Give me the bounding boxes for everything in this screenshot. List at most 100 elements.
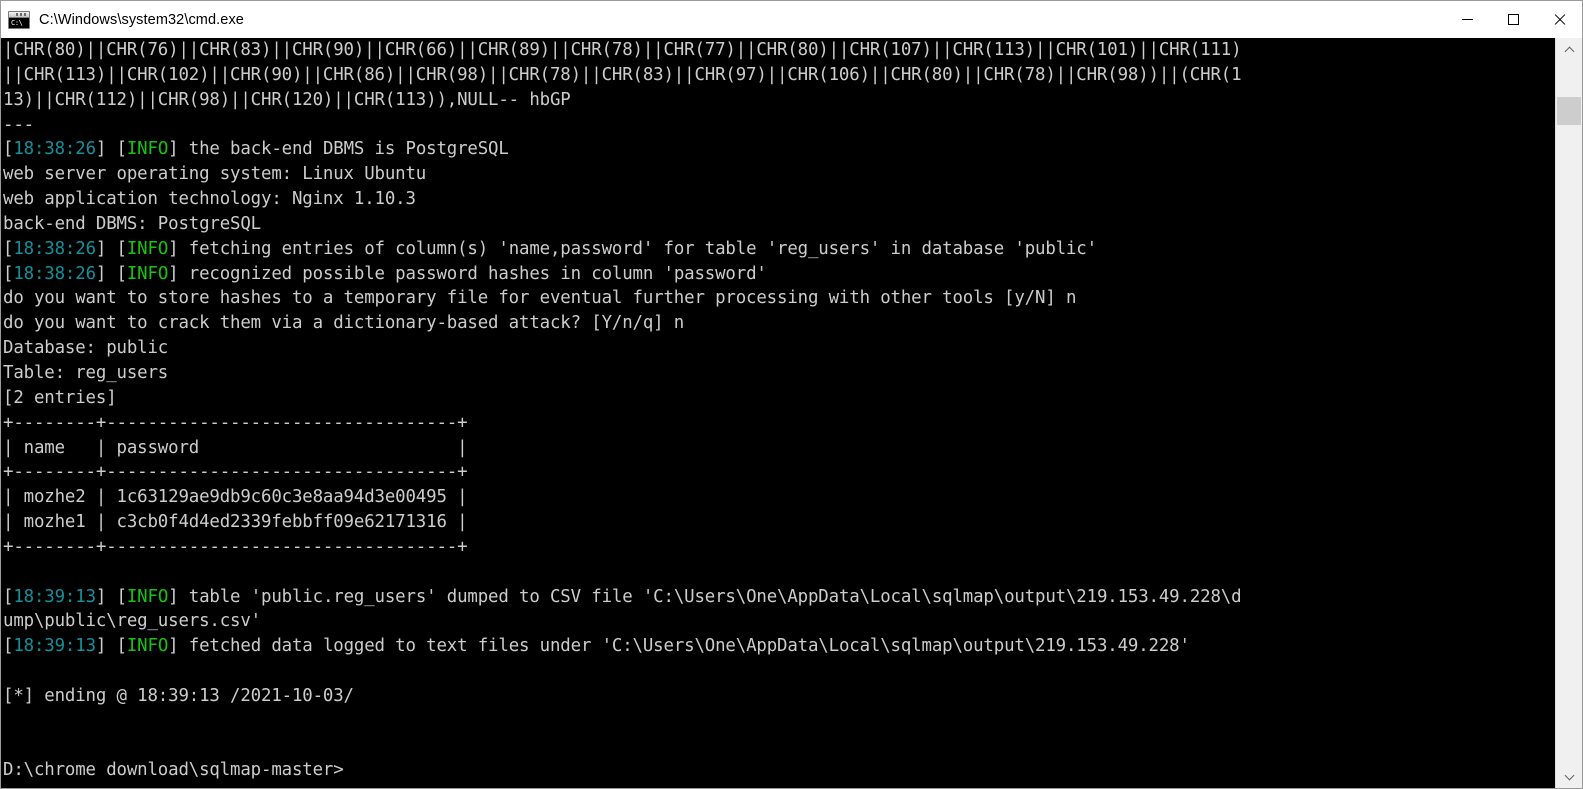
console-line: [*] ending @ 18:39:13 /2021-10-03/	[3, 684, 1555, 709]
console-text: | mozhe2 | 1c63129ae9db9c60c3e8aa94d3e00…	[3, 487, 468, 508]
console-text: [	[3, 263, 14, 284]
console-text: INFO	[126, 586, 169, 607]
cmd-window: C:\ C:\Windows\system32\cmd.exe |CHR(80)…	[0, 0, 1583, 789]
console-text: +--------+------------------------------…	[3, 412, 468, 433]
console-line: +--------+------------------------------…	[3, 411, 1555, 436]
cmd-icon-titlebar	[9, 11, 29, 18]
console-line: | mozhe2 | 1c63129ae9db9c60c3e8aa94d3e00…	[3, 485, 1555, 510]
scrollbar-track[interactable]	[1556, 62, 1582, 764]
console-text: [	[3, 139, 14, 160]
console-text: ||CHR(113)||CHR(102)||CHR(90)||CHR(86)||…	[3, 64, 1242, 85]
console-text: ] fetching entries of column(s) 'name,pa…	[168, 238, 1097, 259]
console-text: ] [	[95, 139, 127, 160]
console-line: web application technology: Nginx 1.10.3	[3, 187, 1555, 212]
console-line: [18:38:26] [INFO] recognized possible pa…	[3, 262, 1555, 287]
console-text: 13)||CHR(112)||CHR(98)||CHR(120)||CHR(11…	[3, 89, 571, 110]
console-text: ---	[3, 114, 34, 135]
console-text: [	[3, 586, 14, 607]
console-text: | mozhe1 | c3cb0f4d4ed2339febbff09e62171…	[3, 512, 468, 533]
console-text: ump\public\reg_users.csv'	[3, 611, 262, 632]
window-controls	[1444, 1, 1582, 38]
cmd-icon-dot	[24, 12, 26, 16]
close-icon	[1553, 13, 1566, 26]
console-text: INFO	[126, 139, 169, 160]
console-line: Database: public	[3, 336, 1555, 361]
console-text: INFO	[126, 238, 169, 259]
console-text: INFO	[126, 636, 169, 657]
console-line: ||CHR(113)||CHR(102)||CHR(90)||CHR(86)||…	[3, 63, 1555, 88]
maximize-button[interactable]	[1490, 1, 1536, 38]
chevron-up-icon	[1565, 46, 1574, 55]
close-button[interactable]	[1536, 1, 1582, 38]
cmd-icon-prompt-text: C:\	[11, 18, 23, 27]
console-text: back-end DBMS: PostgreSQL	[3, 213, 262, 234]
console-text: 18:39:13	[13, 636, 96, 657]
console-text: +--------+------------------------------…	[3, 536, 468, 557]
console-text: INFO	[126, 263, 169, 284]
console-text: ] fetched data logged to text files unde…	[168, 636, 1190, 657]
console-output[interactable]: |CHR(80)||CHR(76)||CHR(83)||CHR(90)||CHR…	[1, 38, 1555, 788]
console-text: +--------+------------------------------…	[3, 462, 468, 483]
console-line: [18:39:13] [INFO] table 'public.reg_user…	[3, 585, 1555, 610]
scrollbar-thumb[interactable]	[1557, 97, 1581, 125]
console-line: 13)||CHR(112)||CHR(98)||CHR(120)||CHR(11…	[3, 88, 1555, 113]
minimize-button[interactable]	[1444, 1, 1490, 38]
console-text: ] [	[95, 263, 127, 284]
console-text: 18:39:13	[13, 586, 96, 607]
console-text: ] [	[95, 238, 127, 259]
console-line: | name | password |	[3, 436, 1555, 461]
scroll-up-button[interactable]	[1556, 38, 1582, 62]
console-text: ] [	[95, 586, 127, 607]
cmd-icon-dot	[16, 12, 18, 16]
console-text: ] [	[95, 636, 127, 657]
console-line: |CHR(80)||CHR(76)||CHR(83)||CHR(90)||CHR…	[3, 38, 1555, 63]
console-text: ] the back-end DBMS is PostgreSQL	[168, 139, 509, 160]
console-text: [	[3, 636, 14, 657]
console-text: [	[3, 238, 14, 259]
console-text: web application technology: Nginx 1.10.3	[3, 189, 416, 210]
vertical-scrollbar[interactable]	[1555, 38, 1582, 788]
console-line: Table: reg_users	[3, 361, 1555, 386]
console-text: [*] ending @ 18:39:13 /2021-10-03/	[3, 685, 354, 706]
console-text: |CHR(80)||CHR(76)||CHR(83)||CHR(90)||CHR…	[3, 40, 1242, 60]
console-line: D:\chrome download\sqlmap-master>	[3, 758, 1555, 783]
console-line: [18:38:26] [INFO] the back-end DBMS is P…	[3, 137, 1555, 162]
title-bar[interactable]: C:\ C:\Windows\system32\cmd.exe	[1, 1, 1582, 38]
console-text: do you want to store hashes to a tempora…	[3, 288, 1077, 309]
console-line: back-end DBMS: PostgreSQL	[3, 212, 1555, 237]
console-line: [18:39:13] [INFO] fetched data logged to…	[3, 634, 1555, 659]
console-text: Database: public	[3, 338, 169, 359]
cmd-icon: C:\	[8, 10, 30, 29]
maximize-icon	[1507, 14, 1519, 25]
console-text: | name | password |	[3, 437, 468, 458]
console-line: do you want to crack them via a dictiona…	[3, 311, 1555, 336]
scroll-down-button[interactable]	[1556, 764, 1582, 788]
console-text: ] table 'public.reg_users' dumped to CSV…	[168, 586, 1242, 607]
console-text: web server operating system: Linux Ubunt…	[3, 164, 427, 185]
console-text: 18:38:26	[13, 263, 96, 284]
console-line: [18:38:26] [INFO] fetching entries of co…	[3, 237, 1555, 262]
console-line: +--------+------------------------------…	[3, 535, 1555, 560]
console-text: D:\chrome download\sqlmap-master>	[3, 760, 344, 781]
console-text: Table: reg_users	[3, 362, 169, 383]
console-line: ump\public\reg_users.csv'	[3, 609, 1555, 634]
chevron-down-icon	[1565, 772, 1574, 781]
console-line: do you want to store hashes to a tempora…	[3, 286, 1555, 311]
console-text: 18:38:26	[13, 238, 96, 259]
console-line: +--------+------------------------------…	[3, 460, 1555, 485]
console-line: | mozhe1 | c3cb0f4d4ed2339febbff09e62171…	[3, 510, 1555, 535]
console-text: ] recognized possible password hashes in…	[168, 263, 767, 284]
console-area: |CHR(80)||CHR(76)||CHR(83)||CHR(90)||CHR…	[1, 38, 1582, 788]
console-line: web server operating system: Linux Ubunt…	[3, 162, 1555, 187]
minimize-icon	[1461, 19, 1473, 20]
console-line: [2 entries]	[3, 386, 1555, 411]
console-text: [2 entries]	[3, 387, 117, 408]
window-title: C:\Windows\system32\cmd.exe	[39, 11, 244, 28]
cmd-icon-dot	[20, 12, 22, 16]
console-text: do you want to crack them via a dictiona…	[3, 313, 685, 334]
console-line: ---	[3, 113, 1555, 138]
